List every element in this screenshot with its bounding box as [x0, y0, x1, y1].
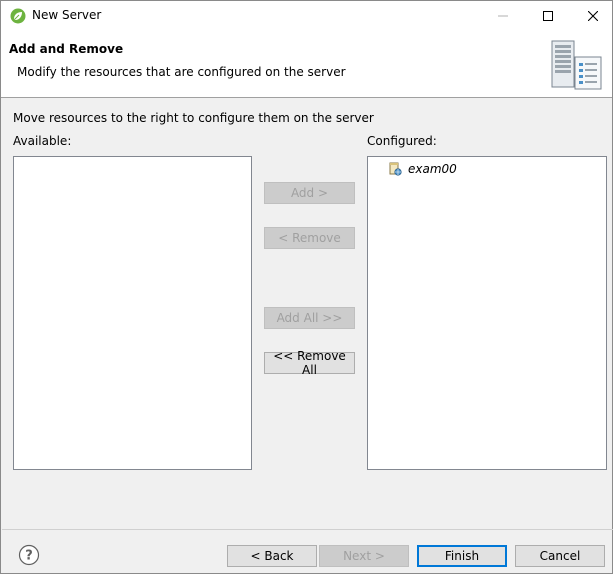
available-label: Available:: [13, 134, 72, 148]
window-title: New Server: [32, 8, 102, 22]
cancel-button[interactable]: Cancel: [515, 545, 605, 567]
finish-button[interactable]: Finish: [417, 545, 507, 567]
available-list[interactable]: [13, 156, 252, 470]
next-button[interactable]: Next >: [319, 545, 409, 567]
list-item-label: exam00: [408, 162, 457, 176]
configured-list[interactable]: exam00: [367, 156, 607, 470]
instructions-text: Move resources to the right to configure…: [13, 111, 374, 125]
minimize-button[interactable]: [481, 1, 525, 31]
page-description: Modify the resources that are configured…: [17, 65, 346, 79]
title-bar[interactable]: New Server: [1, 1, 612, 31]
configured-label: Configured:: [367, 134, 437, 148]
maximize-button[interactable]: [526, 1, 570, 31]
spring-leaf-icon: [10, 8, 26, 24]
footer-divider: [2, 529, 613, 530]
help-icon[interactable]: ?: [18, 544, 40, 566]
server-graphic-icon: [551, 40, 602, 90]
close-icon: [588, 11, 598, 21]
svg-text:?: ?: [25, 549, 33, 564]
web-module-icon: [389, 162, 402, 176]
add-button[interactable]: Add >: [264, 182, 355, 204]
list-item[interactable]: exam00: [388, 160, 457, 178]
back-button[interactable]: < Back: [227, 545, 317, 567]
maximize-icon: [543, 11, 553, 21]
new-server-dialog: New Server Add and Remove Modify the res…: [0, 0, 613, 574]
remove-button[interactable]: < Remove: [264, 227, 355, 249]
remove-all-button[interactable]: << Remove All: [264, 349, 355, 377]
page-title: Add and Remove: [9, 42, 124, 56]
wizard-header: Add and Remove Modify the resources that…: [1, 31, 612, 98]
minimize-icon: [498, 15, 508, 17]
add-all-button[interactable]: Add All >>: [264, 307, 355, 329]
close-button[interactable]: [571, 1, 613, 31]
